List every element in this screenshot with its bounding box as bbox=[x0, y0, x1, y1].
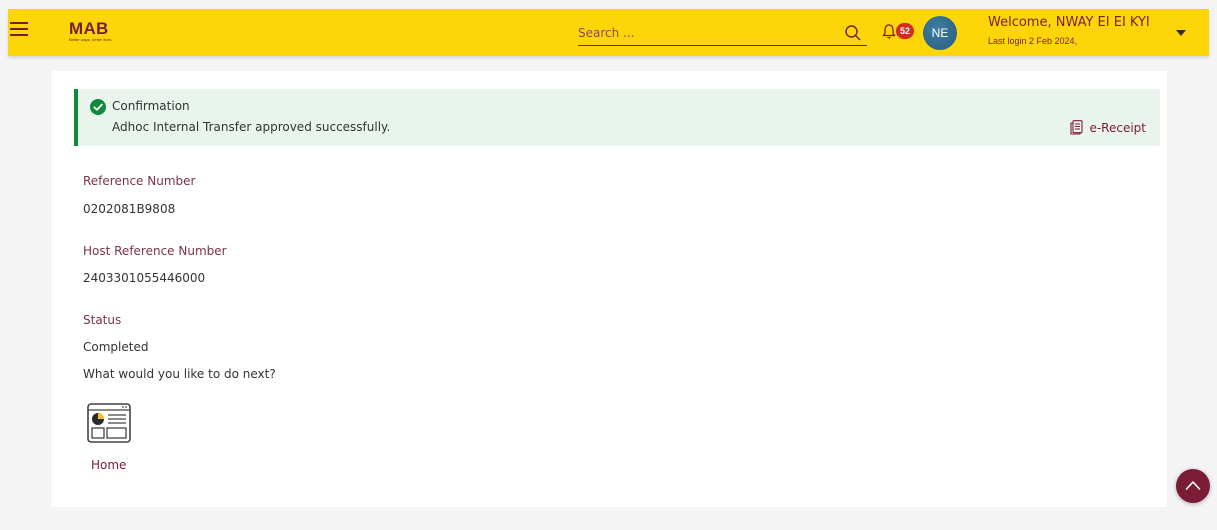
reference-number-value: 0202081B9808 bbox=[83, 202, 176, 216]
confirmation-banner: Confirmation Adhoc Internal Transfer app… bbox=[74, 89, 1160, 146]
receipt-icon bbox=[1070, 120, 1084, 135]
notifications-button[interactable]: 52 bbox=[882, 22, 914, 42]
reference-number-label: Reference Number bbox=[83, 174, 196, 188]
search-box bbox=[578, 21, 867, 46]
status-value: Completed bbox=[83, 340, 149, 354]
caret-down-icon[interactable] bbox=[1176, 30, 1186, 36]
chevron-up-icon bbox=[1185, 481, 1201, 490]
next-action-question: What would you like to do next? bbox=[83, 367, 276, 381]
last-login-text: Last login 2 Feb 2024, bbox=[988, 36, 1078, 46]
content-card: Confirmation Adhoc Internal Transfer app… bbox=[52, 71, 1167, 507]
host-reference-number-value: 2403301055446000 bbox=[83, 271, 206, 285]
status-label: Status bbox=[83, 313, 122, 327]
dashboard-icon bbox=[87, 403, 131, 443]
host-reference-number-label: Host Reference Number bbox=[83, 244, 227, 258]
top-bar: MAB Better ways, better lives 52 NE Welc… bbox=[8, 9, 1209, 56]
search-icon[interactable] bbox=[844, 24, 862, 42]
welcome-text: Welcome, NWAY EI EI KYI bbox=[988, 15, 1150, 30]
home-shortcut[interactable]: Home bbox=[83, 399, 137, 479]
bell-icon bbox=[882, 24, 896, 39]
home-label: Home bbox=[91, 458, 127, 472]
search-input[interactable] bbox=[578, 21, 828, 45]
menu-icon[interactable] bbox=[10, 21, 28, 37]
notification-badge: 52 bbox=[896, 23, 914, 39]
avatar[interactable]: NE bbox=[923, 16, 957, 50]
confirmation-title: Confirmation bbox=[112, 99, 190, 113]
e-receipt-link[interactable]: e-Receipt bbox=[1070, 120, 1146, 135]
logo-tagline: Better ways, better lives bbox=[69, 37, 112, 42]
check-circle-icon bbox=[90, 99, 106, 115]
logo[interactable]: MAB Better ways, better lives bbox=[69, 20, 111, 42]
logo-title: MAB bbox=[69, 19, 109, 38]
confirmation-message: Adhoc Internal Transfer approved success… bbox=[112, 120, 391, 134]
e-receipt-label: e-Receipt bbox=[1089, 120, 1146, 135]
scroll-to-top-button[interactable] bbox=[1176, 469, 1210, 503]
